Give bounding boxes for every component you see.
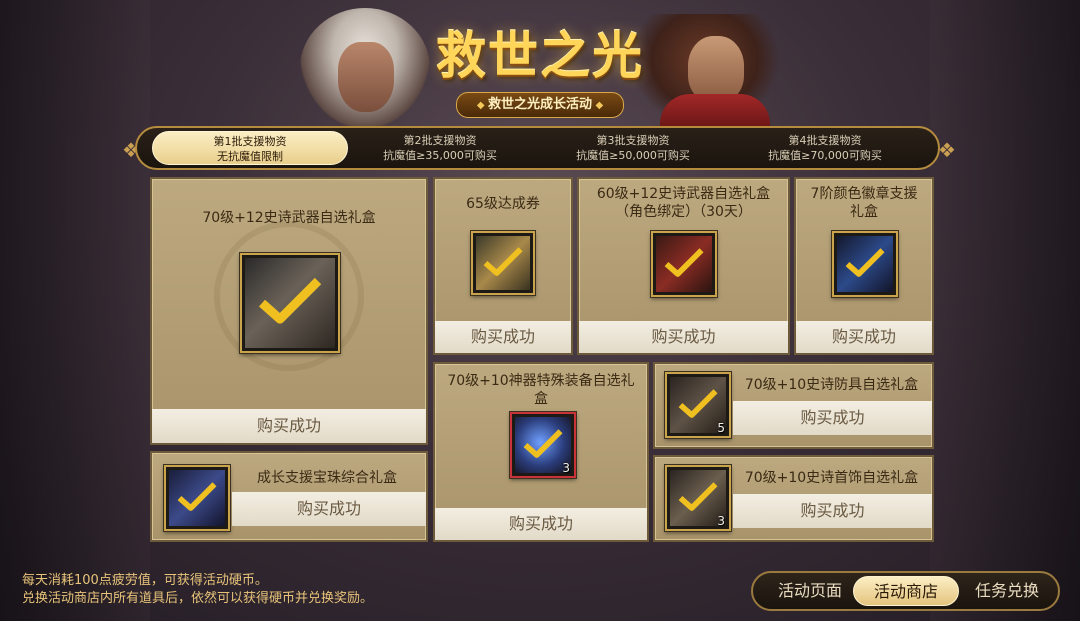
item-card-epic-weapon-box[interactable]: 70级+12史诗武器自选礼盒 购买成功	[150, 177, 428, 445]
note-line: 每天消耗100点疲劳值，可获得活动硬币。	[22, 573, 268, 588]
event-nav: 活动页面 活动商店 任务兑换	[751, 571, 1060, 611]
item-card-bound-weapon-box[interactable]: 60级+12史诗武器自选礼盒（角色绑定）（30天） 购买成功	[577, 177, 790, 355]
diamond-icon: ◆	[476, 100, 488, 111]
hooded-hero-portrait	[300, 8, 430, 128]
purchase-status: 购买成功	[733, 494, 932, 528]
purchase-status: 购买成功	[152, 409, 426, 443]
tab-batch-3[interactable]: 第3批支援物资 抗魔值≥50,000可购买	[535, 131, 731, 165]
weapon-box-icon	[651, 231, 717, 297]
nav-quest-exchange-button[interactable]: 任务兑换	[959, 576, 1055, 606]
item-card-emblem-box[interactable]: 7阶颜色徽章支援礼盒 购买成功	[794, 177, 934, 355]
weapon-box-icon	[240, 253, 340, 353]
item-card-level65-ticket[interactable]: 65级达成券 购买成功	[433, 177, 573, 355]
item-count: 5	[717, 421, 725, 435]
purchase-status: 购买成功	[796, 321, 932, 353]
emblem-box-icon	[832, 231, 898, 297]
item-title: 70级+10史诗首饰自选礼盒	[744, 470, 919, 486]
event-banner: 救世之光 ◆ 救世之光成长活动 ◆	[270, 0, 810, 128]
accessory-box-icon: 3	[665, 465, 731, 531]
item-title: 65级达成券	[466, 196, 540, 212]
tabbar-ornament-right-icon: ❖	[938, 138, 956, 162]
item-card-armor-box[interactable]: 5 70级+10史诗防具自选礼盒 购买成功	[653, 362, 934, 449]
item-title: 60级+12史诗武器自选礼盒（角色绑定）（30天）	[596, 186, 771, 220]
event-notes: 每天消耗100点疲劳值，可获得活动硬币。 兑换活动商店内所有道具后，依然可以获得…	[22, 572, 373, 608]
item-card-orb-box[interactable]: 成长支援宝珠综合礼盒 购买成功	[150, 451, 428, 542]
tab-batch-1[interactable]: 第1批支援物资 无抗魔值限制	[152, 131, 348, 165]
event-title: 救世之光	[436, 26, 644, 85]
armor-box-icon: 5	[665, 372, 731, 438]
nav-event-page-button[interactable]: 活动页面	[763, 576, 857, 606]
event-subtitle: ◆ 救世之光成长活动 ◆	[456, 92, 624, 118]
tab-batch-4[interactable]: 第4批支援物资 抗魔值≥70,000可购买	[727, 131, 923, 165]
item-card-accessory-box[interactable]: 3 70级+10史诗首饰自选礼盒 购买成功	[653, 455, 934, 542]
supply-batch-tabs: 第1批支援物资 无抗魔值限制 第2批支援物资 抗魔值≥35,000可购买 第3批支援…	[135, 126, 940, 170]
ticket-icon	[471, 231, 535, 295]
nav-event-shop-button[interactable]: 活动商店	[853, 576, 959, 606]
purchase-status: 购买成功	[232, 492, 426, 526]
background-pillar-left	[0, 0, 150, 621]
item-title: 70级+10神器特殊装备自选礼盒	[447, 373, 635, 407]
diamond-icon: ◆	[592, 100, 604, 111]
item-count: 3	[717, 514, 725, 528]
tab-batch-2[interactable]: 第2批支援物资 抗魔值≥35,000可购买	[342, 131, 538, 165]
purchase-status: 购买成功	[579, 321, 788, 353]
purchase-status: 购买成功	[435, 508, 647, 540]
orb-box-icon	[164, 465, 230, 531]
purchase-status: 购买成功	[733, 401, 932, 435]
artifact-orb-icon: 3	[510, 412, 576, 478]
purchase-status: 购买成功	[435, 321, 571, 353]
item-card-artifact-box[interactable]: 70级+10神器特殊装备自选礼盒 3 购买成功	[433, 362, 649, 542]
item-title: 成长支援宝珠综合礼盒	[257, 470, 397, 486]
item-title: 70级+12史诗武器自选礼盒	[202, 210, 376, 226]
background-pillar-right	[930, 0, 1080, 621]
note-line: 兑换活动商店内所有道具后，依然可以获得硬币并兑换奖励。	[22, 591, 374, 606]
item-title: 7阶颜色徽章支援礼盒	[810, 186, 918, 220]
item-count: 3	[562, 461, 570, 475]
item-title: 70级+10史诗防具自选礼盒	[744, 377, 919, 393]
